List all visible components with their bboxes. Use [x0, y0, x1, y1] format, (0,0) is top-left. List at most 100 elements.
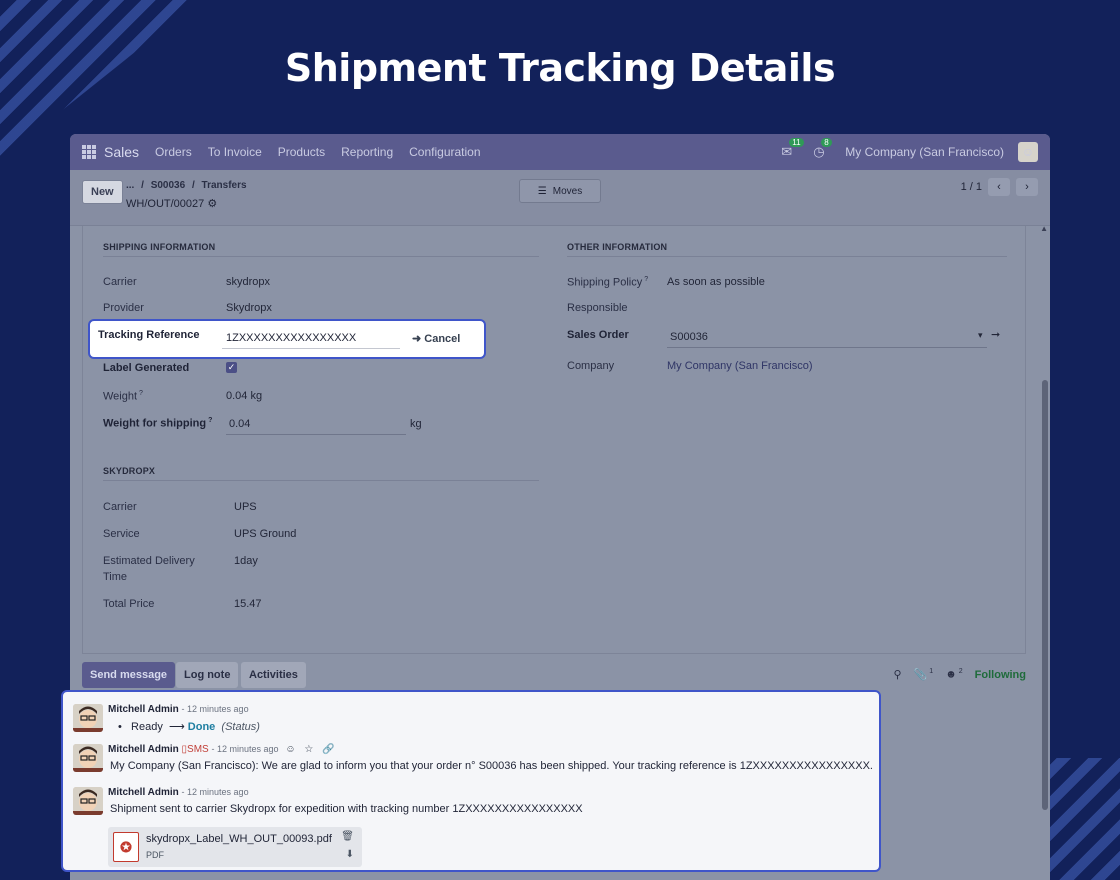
message-author: Mitchell Admin - 12 minutes ago [108, 704, 249, 715]
download-icon[interactable]: ⬇ [346, 849, 354, 860]
moves-button[interactable]: ☰ Moves [519, 179, 601, 203]
pdf-file-icon: ✪ [113, 832, 139, 862]
activities-clock-icon[interactable]: ◷ 8 [813, 138, 832, 160]
nav-orders[interactable]: Orders [155, 145, 192, 159]
divider [667, 347, 987, 348]
tracking-reference-input[interactable]: 1ZXXXXXXXXXXXXXXXX [226, 332, 356, 344]
followers-button[interactable]: ☻ 2 [945, 668, 962, 681]
record-name: WH/OUT/00027 ⚙ [126, 198, 218, 210]
apps-menu-icon[interactable] [82, 145, 96, 159]
sales-order-input[interactable]: S00036 [670, 331, 708, 343]
price-label: Total Price [103, 598, 155, 610]
divider [222, 348, 400, 349]
chatter-messages-highlight: Mitchell Admin - 12 minutes ago • Ready … [61, 690, 881, 872]
status-change: • Ready ⟶ Done (Status) [118, 721, 260, 733]
breadcrumb-dots[interactable]: ... [126, 180, 134, 191]
tracking-reference-label: Tracking Reference [98, 329, 200, 341]
star-icon[interactable]: ☆ [304, 744, 313, 755]
weight-value: 0.04 kg [226, 390, 263, 402]
shipping-policy-value[interactable]: As soon as possible [667, 276, 765, 288]
company-label: Company [567, 360, 615, 372]
message-author: Mitchell Admin - 12 minutes ago [108, 787, 249, 798]
message-body: Shipment sent to carrier Skydropx for ex… [110, 803, 583, 815]
price-value: 15.47 [234, 598, 262, 610]
nav-reporting[interactable]: Reporting [341, 145, 393, 159]
chatter-toolbar: Send message Log note Activities ⚲ 📎 1 ☻ 2… [82, 662, 1026, 688]
nav-to-invoice[interactable]: To Invoice [208, 145, 262, 159]
carrier-label: Carrier [103, 276, 137, 288]
service-value: UPS Ground [234, 528, 297, 540]
user-icon: ☻ [945, 668, 957, 681]
messages-icon[interactable]: ✉ 11 [781, 138, 804, 160]
message-item: Mitchell Admin - 12 minutes ago Shipment… [73, 787, 853, 823]
eta-label-line2: Time [103, 571, 128, 583]
trash-icon[interactable]: 🗑 [341, 831, 354, 842]
paperclip-icon: 📎 [913, 669, 928, 681]
attachment-card[interactable]: ✪ skydropx_Label_WH_OUT_00093.pdf PDF 🗑 … [108, 827, 362, 867]
new-button[interactable]: New [82, 180, 123, 204]
scroll-up-icon[interactable]: ▲ [1040, 224, 1048, 233]
skydropx-carrier-label: Carrier [103, 501, 137, 513]
page-title: Shipment Tracking Details [284, 46, 836, 90]
nav-brand[interactable]: Sales [104, 144, 139, 160]
message-time: - 12 minutes ago [211, 744, 279, 754]
eta-value: 1day [234, 555, 258, 567]
search-icon[interactable]: ⚲ [894, 668, 902, 681]
label-generated-checkbox[interactable]: ✓ [226, 362, 237, 373]
decorative-stripes-bottom-right [1040, 758, 1120, 880]
log-note-button[interactable]: Log note [176, 662, 239, 688]
form-sheet: SHIPPING INFORMATION Carrier skydropx Pr… [82, 226, 1026, 654]
chevron-right-icon[interactable]: › [1016, 178, 1038, 196]
chevron-left-icon[interactable]: ‹ [988, 178, 1010, 196]
weight-shipping-label: Weight for shipping? [103, 417, 213, 430]
service-label: Service [103, 528, 140, 540]
sales-order-label: Sales Order [567, 329, 629, 341]
company-value[interactable]: My Company (San Francisco) [667, 360, 813, 372]
weight-shipping-input[interactable]: 0.04 [229, 418, 250, 430]
dropdown-caret-icon[interactable]: ▾ [978, 330, 983, 341]
activities-count-badge: 8 [821, 138, 832, 147]
following-button[interactable]: Following [975, 669, 1026, 681]
activities-button[interactable]: Activities [241, 662, 306, 688]
company-switcher[interactable]: My Company (San Francisco) [845, 145, 1004, 159]
shipping-section-title: SHIPPING INFORMATION [103, 242, 216, 252]
message-author: Mitchell Admin ▯SMS - 12 minutes ago ☺ ☆… [108, 744, 335, 755]
nav-configuration[interactable]: Configuration [409, 145, 480, 159]
messages-count-badge: 11 [789, 138, 804, 147]
sms-badge: ▯SMS [181, 744, 209, 755]
provider-label: Provider [103, 302, 144, 314]
user-avatar[interactable]: ☺ [1018, 142, 1038, 162]
breadcrumb: ... / S00036 / Transfers [126, 180, 247, 191]
shipping-policy-label: Shipping Policy? [567, 276, 649, 289]
nav-products[interactable]: Products [278, 145, 325, 159]
provider-value: Skydropx [226, 302, 272, 314]
responsible-label: Responsible [567, 302, 628, 314]
attachment-type: PDF [146, 850, 164, 860]
link-icon[interactable]: 🔗 [322, 744, 334, 755]
message-time: - 12 minutes ago [181, 704, 249, 714]
arrow-right-icon[interactable]: ➞ [991, 328, 1000, 341]
breadcrumb-transfers[interactable]: Transfers [202, 180, 247, 191]
other-section-title: OTHER INFORMATION [567, 242, 668, 252]
divider [103, 480, 539, 481]
pager-value[interactable]: 1 / 1 [961, 181, 982, 193]
add-reaction-icon[interactable]: ☺ [285, 744, 295, 755]
scrollbar[interactable] [1042, 380, 1048, 810]
message-item: Mitchell Admin ▯SMS - 12 minutes ago ☺ ☆… [73, 744, 873, 780]
author-avatar [73, 787, 103, 815]
attachments-button[interactable]: 📎 1 [914, 668, 934, 681]
list-icon: ☰ [537, 185, 547, 197]
breadcrumb-order[interactable]: S00036 [151, 180, 185, 191]
weight-unit: kg [410, 418, 422, 430]
send-message-button[interactable]: Send message [82, 662, 176, 688]
message-time: - 12 minutes ago [181, 787, 249, 797]
cancel-tracking-button[interactable]: ➜ Cancel [412, 332, 460, 345]
weight-label: Weight? [103, 390, 143, 403]
message-body: My Company (San Francisco): We are glad … [110, 760, 873, 772]
carrier-value: skydropx [226, 276, 271, 288]
message-item: Mitchell Admin - 12 minutes ago • Ready … [73, 704, 853, 740]
gear-icon[interactable]: ⚙ [207, 198, 217, 210]
attachment-name: skydropx_Label_WH_OUT_00093.pdf [146, 833, 332, 845]
divider [567, 256, 1007, 257]
skydropx-carrier-value: UPS [234, 501, 257, 513]
